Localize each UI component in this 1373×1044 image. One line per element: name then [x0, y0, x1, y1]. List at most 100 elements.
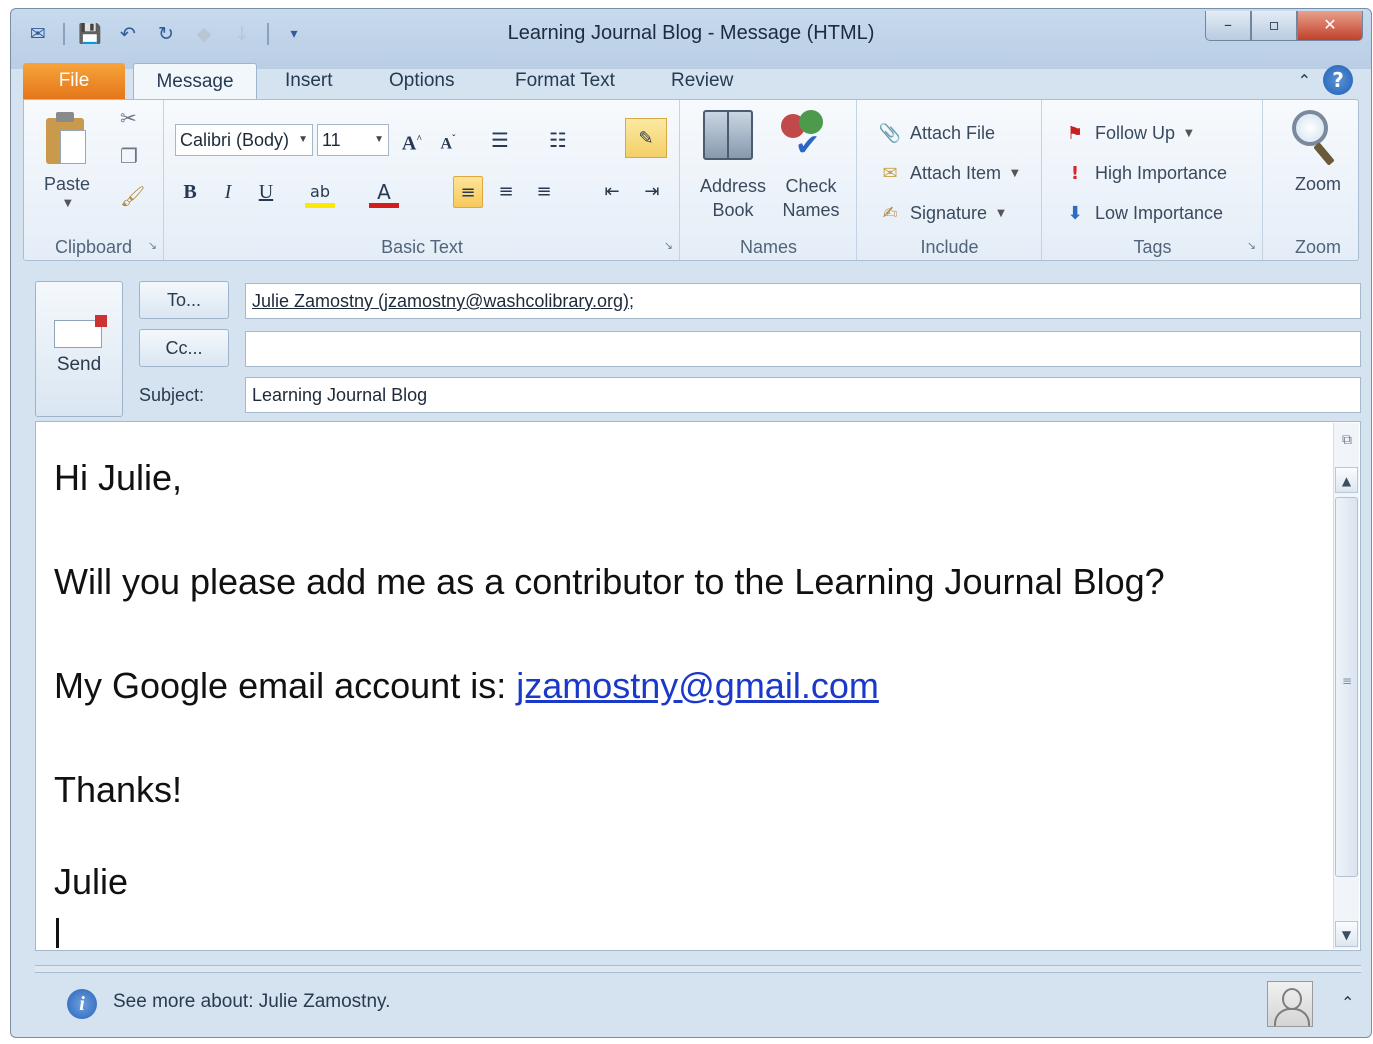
magnifier-handle [1313, 142, 1335, 166]
to-field[interactable]: Julie Zamostny (jzamostny@washcolibrary.… [245, 283, 1361, 319]
tab-options[interactable]: Options [389, 63, 454, 99]
magnifier-icon[interactable] [1292, 110, 1328, 146]
check-names-button[interactable]: Check Names [773, 174, 849, 222]
to-button[interactable]: To... [139, 281, 229, 319]
zoom-group-label: Zoom [1294, 237, 1341, 257]
decrease-indent-icon[interactable]: ⇤ [597, 176, 627, 208]
copy-icon[interactable]: ❐ [120, 144, 138, 168]
ribbon-tabs: File Message Insert Options Format Text … [23, 59, 1359, 103]
people-pane: i See more about: Julie Zamostny. ⌃ [23, 975, 1361, 1035]
grow-font-icon[interactable]: A^ [397, 124, 427, 156]
title-bar: ✉ 💾 ↶ ↻ ◆ ↓ ▾ Learning Journal Blog - Me… [11, 9, 1371, 59]
tab-insert[interactable]: Insert [285, 63, 333, 99]
signature-dropdown-icon: ▼ [997, 207, 1005, 219]
increase-indent-icon[interactable]: ⇥ [637, 176, 667, 208]
tab-format-text[interactable]: Format Text [515, 63, 615, 99]
underline-button[interactable]: U [251, 176, 281, 208]
to-recipient[interactable]: Julie Zamostny (jzamostny@washcolibrary.… [252, 291, 634, 311]
font-color-icon[interactable]: A [369, 176, 399, 208]
tab-file[interactable]: File [23, 63, 125, 99]
people-pane-text[interactable]: See more about: Julie Zamostny. [113, 991, 390, 1013]
send-button[interactable]: Send [35, 281, 123, 417]
address-book-label-2: Book [712, 200, 754, 220]
minimize-button[interactable]: – [1205, 11, 1251, 41]
font-name-field[interactable]: Calibri (Body) ▼ [175, 124, 313, 156]
font-size-field[interactable]: 11 ▼ [317, 124, 389, 156]
zoom-group: Zoom Zoom [1264, 100, 1371, 260]
send-envelope-icon [54, 315, 107, 348]
attach-item-dropdown-icon: ▼ [1011, 167, 1019, 179]
cut-icon[interactable]: ✂ [120, 106, 137, 130]
bullets-icon[interactable]: ☰ [485, 124, 515, 156]
align-center-icon[interactable]: ≡ [491, 176, 521, 208]
cc-field[interactable] [245, 331, 1361, 367]
shrink-font-icon[interactable]: Aˇ [433, 124, 463, 156]
check-names-label-1: Check [785, 176, 837, 196]
attach-item-button[interactable]: ✉ Attach Item ▼ [878, 158, 1019, 188]
low-importance-button[interactable]: ⬇ Low Importance [1063, 198, 1223, 228]
email-link[interactable]: jzamostny@gmail.com [516, 665, 879, 706]
basic-text-group: Calibri (Body) ▼ 11 ▼ A^ Aˇ ☰ ☷ ✎ B I U … [165, 100, 680, 260]
address-book-button[interactable]: Address Book [693, 174, 773, 222]
message-body-editor[interactable]: Hi Julie, Will you please add me as a co… [35, 421, 1361, 951]
align-left-icon[interactable]: ≡ [453, 176, 483, 208]
paste-button[interactable]: Paste [44, 174, 90, 195]
clipboard-launcher-icon[interactable]: ↘ [148, 239, 157, 252]
vertical-scrollbar[interactable]: ⧉ ▲ ≡ ▼ [1333, 423, 1359, 949]
signature-button[interactable]: ✍ Signature ▼ [878, 198, 1005, 228]
align-right-icon[interactable]: ≡ [529, 176, 559, 208]
low-importance-label: Low Importance [1095, 202, 1224, 223]
tab-message[interactable]: Message [133, 63, 257, 103]
basic-text-launcher-icon[interactable]: ↘ [664, 239, 673, 252]
flag-icon: ⚑ [1066, 122, 1084, 144]
font-name-dropdown-icon[interactable]: ▼ [298, 125, 308, 155]
bold-button[interactable]: B [175, 176, 205, 208]
address-book-label-1: Address [699, 176, 767, 196]
styles-icon[interactable]: ✎ [625, 118, 667, 158]
format-painter-icon[interactable]: 🖌 [120, 184, 145, 208]
high-importance-label: High Importance [1095, 162, 1228, 183]
subject-field[interactable]: Learning Journal Blog [245, 377, 1361, 413]
attach-file-button[interactable]: 📎 Attach File [878, 118, 995, 148]
maximize-button[interactable]: ▫ [1251, 11, 1297, 41]
clipboard-group: Paste ▼ ✂ ❐ 🖌 Clipboard ↘ [24, 100, 164, 260]
minimize-ribbon-icon[interactable]: ⌃ [1298, 71, 1311, 90]
scroll-up-arrow-icon[interactable]: ▲ [1335, 467, 1358, 493]
close-button[interactable]: ✕ [1297, 11, 1363, 41]
highlight-icon[interactable]: ab [305, 176, 335, 208]
tags-group-label: Tags [1133, 237, 1172, 257]
check-names-icon[interactable]: ✔ [781, 110, 835, 163]
font-name-value: Calibri (Body) [180, 130, 290, 150]
help-icon[interactable]: ? [1323, 65, 1353, 95]
people-pane-splitter[interactable] [35, 965, 1361, 973]
zoom-button[interactable]: Zoom [1264, 174, 1371, 195]
scroll-down-arrow-icon[interactable]: ▼ [1335, 921, 1358, 947]
scrollbar-thumb[interactable]: ≡ [1335, 497, 1358, 877]
scrollbar-grip-icon: ≡ [1342, 674, 1353, 688]
numbering-icon[interactable]: ☷ [543, 124, 573, 156]
include-group: 📎 Attach File ✉ Attach Item ▼ ✍ Signatur… [858, 100, 1042, 260]
body-request: Will you please add me as a contributor … [54, 561, 1165, 602]
follow-up-dropdown-icon: ▼ [1185, 127, 1193, 139]
tags-launcher-icon[interactable]: ↘ [1247, 239, 1256, 252]
follow-up-button[interactable]: ⚑ Follow Up ▼ [1063, 118, 1193, 148]
body-greeting: Hi Julie, [54, 457, 183, 498]
paste-icon[interactable] [44, 112, 90, 170]
exclamation-icon: ! [1070, 162, 1080, 184]
message-body-text: Hi Julie, Will you please add me as a co… [54, 442, 1165, 906]
high-importance-button[interactable]: ! High Importance [1063, 158, 1227, 188]
ruler-toggle-icon[interactable]: ⧉ [1334, 423, 1360, 457]
send-label: Send [56, 354, 102, 375]
body-account-line: My Google email account is: jzamostny@gm… [54, 650, 1165, 754]
italic-button[interactable]: I [213, 176, 243, 208]
down-arrow-icon: ⬇ [1067, 202, 1083, 224]
cc-button[interactable]: Cc... [139, 329, 229, 367]
font-size-dropdown-icon[interactable]: ▼ [374, 125, 384, 155]
contact-avatar[interactable] [1267, 981, 1313, 1027]
tab-review[interactable]: Review [671, 63, 733, 99]
paperclip-icon: 📎 [878, 122, 902, 144]
expand-people-pane-icon[interactable]: ⌃ [1341, 993, 1354, 1012]
follow-up-label: Follow Up [1095, 122, 1176, 143]
address-book-icon[interactable] [703, 110, 753, 160]
paste-dropdown-icon[interactable]: ▼ [64, 198, 72, 209]
